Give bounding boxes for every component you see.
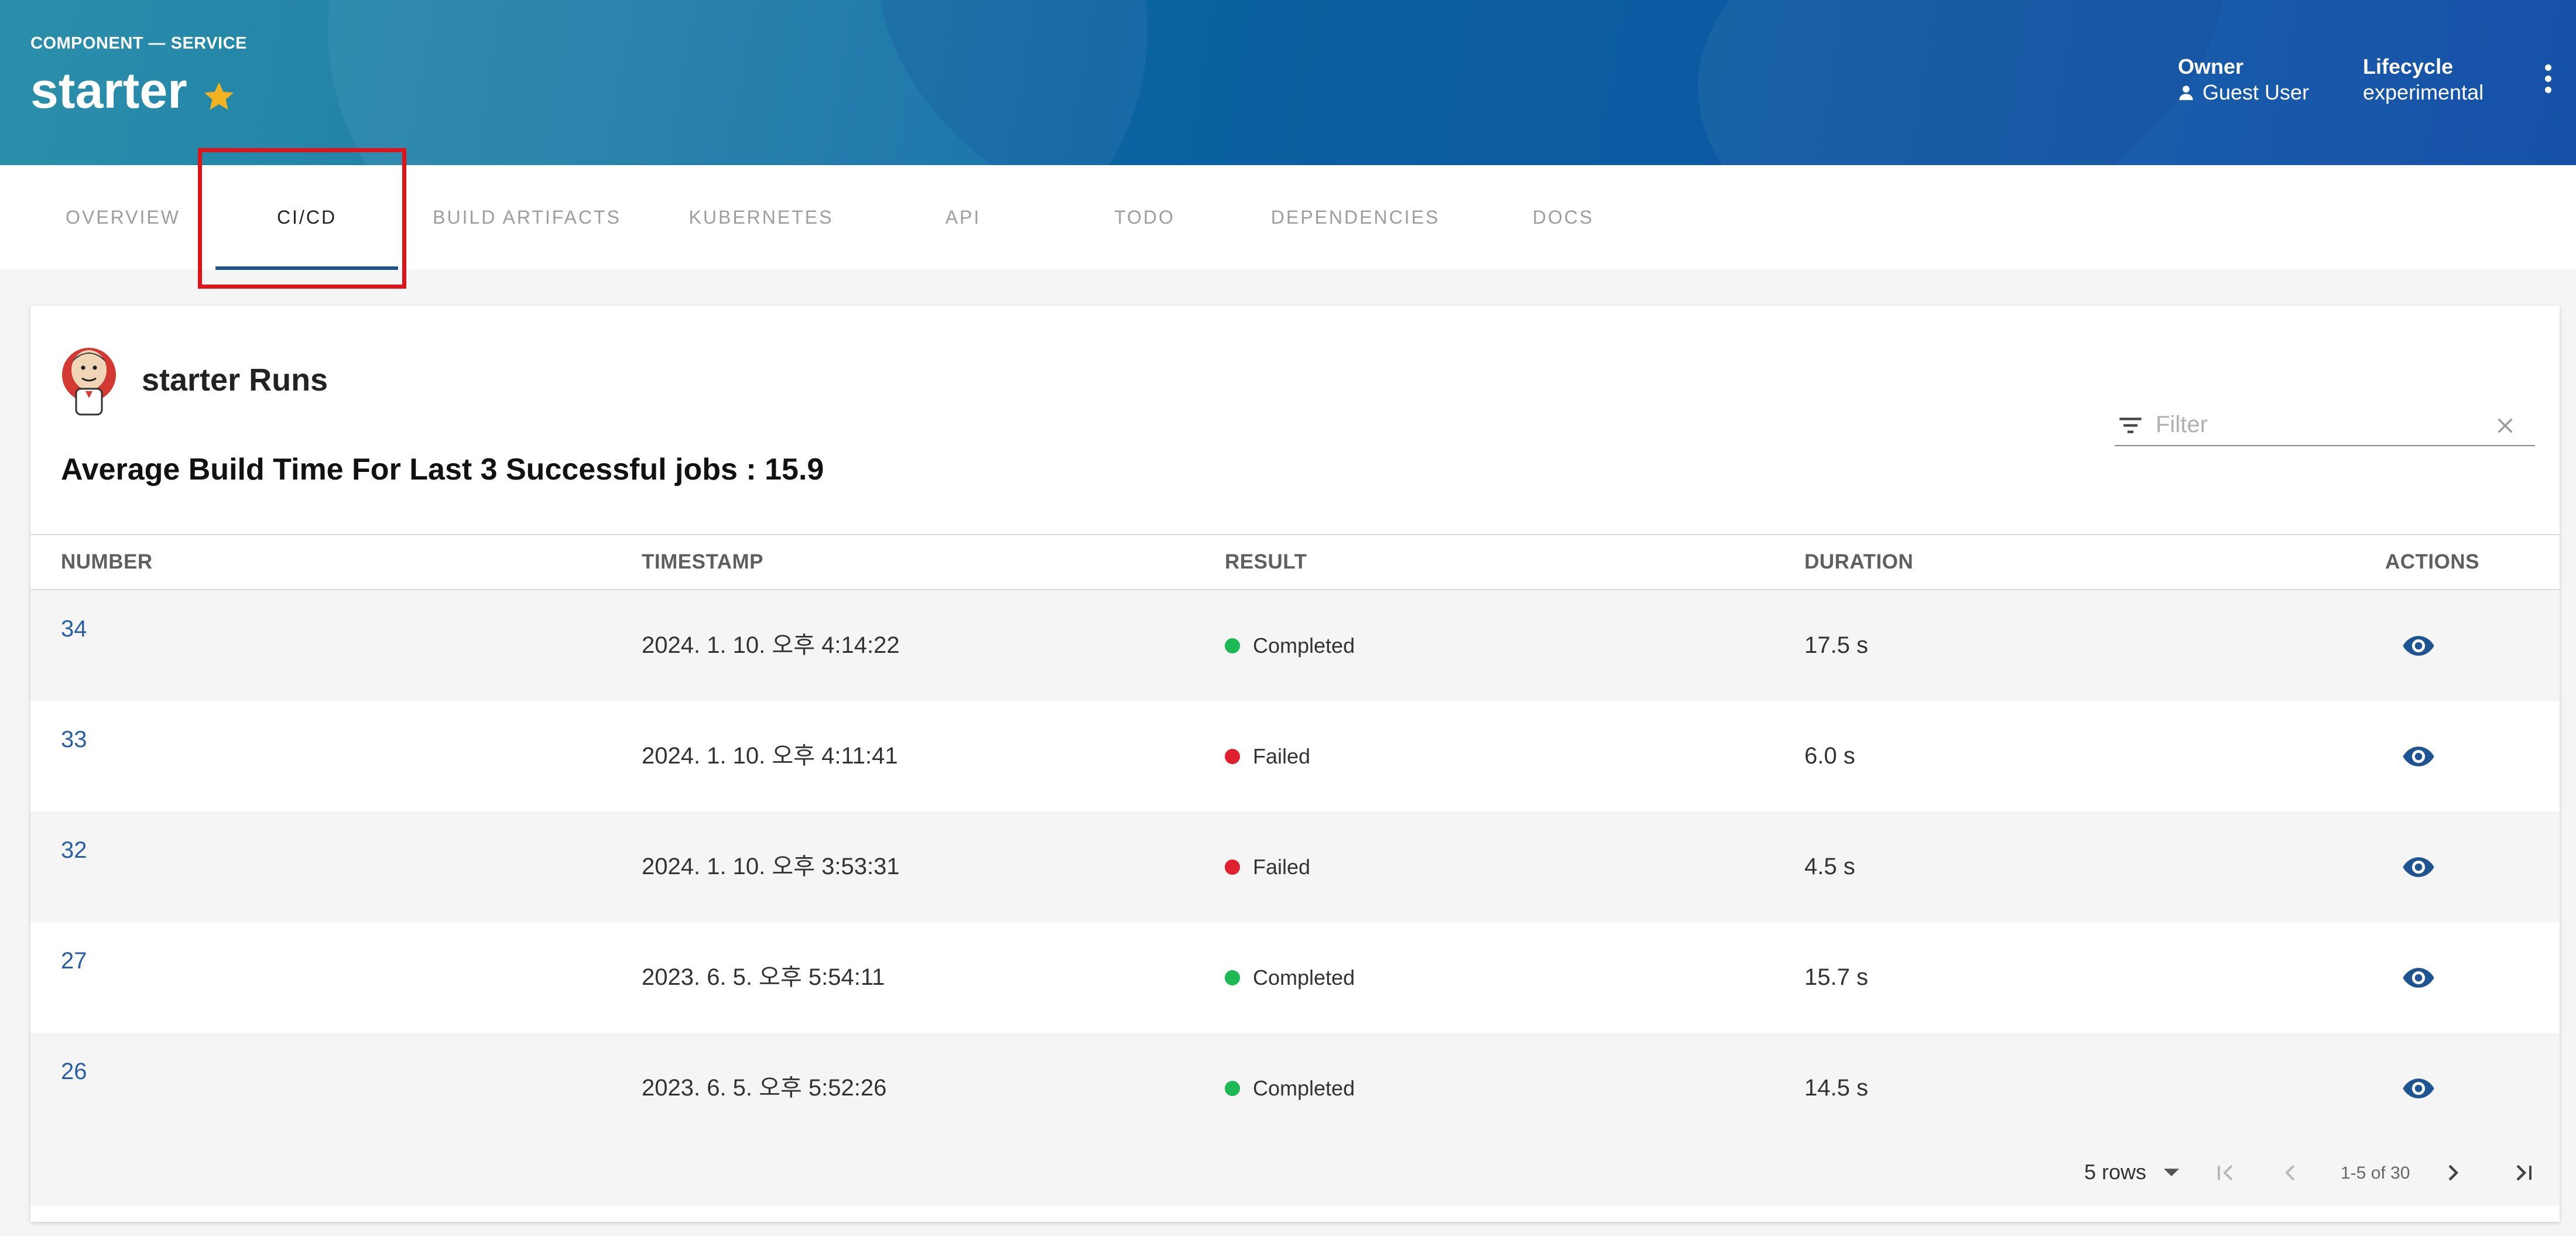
run-result-label: Completed bbox=[1253, 965, 1355, 990]
table-row: 26 2023. 6. 5. 오후 5:52:26 Completed 14.5… bbox=[30, 1033, 2560, 1143]
table-row: 33 2024. 1. 10. 오후 4:11:41 Failed 6.0 s bbox=[30, 701, 2560, 812]
run-number-link[interactable]: 27 bbox=[61, 948, 87, 974]
table-row: 32 2024. 1. 10. 오후 3:53:31 Failed 4.5 s bbox=[30, 812, 2560, 922]
run-duration: 15.7 s bbox=[1804, 964, 1868, 990]
column-header-duration[interactable]: DURATION bbox=[1804, 535, 1913, 589]
status-dot bbox=[1225, 638, 1240, 653]
lifecycle-info: Lifecycle experimental bbox=[2363, 54, 2483, 105]
runs-card: starter Runs Average Build Time For Last… bbox=[30, 306, 2560, 1222]
filter-field bbox=[2115, 403, 2535, 446]
tab-todo[interactable]: TODO bbox=[1071, 165, 1218, 269]
table-row: 34 2024. 1. 10. 오후 4:14:22 Completed 17.… bbox=[30, 590, 2560, 701]
eye-icon[interactable] bbox=[2400, 739, 2437, 773]
run-number-link[interactable]: 26 bbox=[61, 1059, 87, 1085]
average-build-time: Average Build Time For Last 3 Successful… bbox=[61, 453, 824, 487]
tab-highlight-box bbox=[198, 148, 406, 289]
tab-docs[interactable]: DOCS bbox=[1493, 165, 1633, 269]
rows-per-page-value: 5 rows bbox=[2084, 1160, 2147, 1184]
run-result-label: Failed bbox=[1253, 744, 1311, 768]
status-dot bbox=[1225, 748, 1240, 764]
run-timestamp: 2024. 1. 10. 오후 4:14:22 bbox=[642, 632, 900, 658]
person-icon bbox=[2179, 85, 2193, 100]
eye-icon[interactable] bbox=[2400, 1071, 2437, 1105]
page-title: starter bbox=[30, 63, 187, 119]
run-number-link[interactable]: 32 bbox=[61, 837, 87, 864]
run-duration: 4.5 s bbox=[1804, 854, 1855, 879]
owner-name: Guest User bbox=[2202, 80, 2310, 104]
column-header-actions: ACTIONS bbox=[2385, 550, 2479, 573]
owner-value[interactable]: Guest User bbox=[2178, 80, 2309, 105]
jenkins-logo-icon bbox=[62, 348, 116, 416]
next-page-icon[interactable] bbox=[2439, 1159, 2467, 1187]
table-row: 27 2023. 6. 5. 오후 5:54:11 Completed 15.7… bbox=[30, 922, 2560, 1033]
run-result-label: Completed bbox=[1253, 633, 1355, 658]
table-header: NUMBER TIMESTAMP RESULT DURATION ACTIONS bbox=[30, 534, 2560, 590]
chevron-down-icon bbox=[2164, 1168, 2180, 1176]
first-page-icon[interactable] bbox=[2212, 1159, 2240, 1187]
runs-table: NUMBER TIMESTAMP RESULT DURATION ACTIONS… bbox=[30, 534, 2560, 1143]
rows-per-page-select[interactable]: 5 rows bbox=[2084, 1160, 2180, 1184]
entity-kind-label: COMPONENT — SERVICE bbox=[30, 34, 247, 53]
column-header-result[interactable]: RESULT bbox=[1225, 535, 1307, 589]
run-timestamp: 2023. 6. 5. 오후 5:54:11 bbox=[642, 964, 885, 990]
tab-kubernetes[interactable]: KUBERNETES bbox=[667, 165, 855, 269]
status-dot bbox=[1225, 859, 1240, 875]
tab-overview[interactable]: OVERVIEW bbox=[47, 165, 199, 269]
status-dot bbox=[1225, 970, 1240, 985]
owner-info: Owner Guest User bbox=[2178, 54, 2309, 105]
run-timestamp: 2023. 6. 5. 오후 5:52:26 bbox=[642, 1075, 887, 1101]
eye-icon[interactable] bbox=[2400, 961, 2437, 995]
run-duration: 14.5 s bbox=[1804, 1075, 1868, 1101]
run-number-link[interactable]: 33 bbox=[61, 727, 87, 753]
column-header-number[interactable]: NUMBER bbox=[61, 535, 153, 589]
status-dot bbox=[1225, 1080, 1240, 1096]
clear-icon[interactable] bbox=[2495, 416, 2515, 436]
filter-icon bbox=[2119, 417, 2142, 433]
run-result: Failed bbox=[1225, 701, 1310, 812]
tab-build-artifacts[interactable]: BUILD ARTIFACTS bbox=[422, 165, 632, 269]
lifecycle-label: Lifecycle bbox=[2363, 54, 2454, 78]
run-result-label: Completed bbox=[1253, 1076, 1355, 1100]
more-vert-icon[interactable] bbox=[2537, 64, 2558, 100]
tab-dependencies[interactable]: DEPENDENCIES bbox=[1253, 165, 1458, 269]
lifecycle-value: experimental bbox=[2363, 80, 2484, 104]
last-page-icon[interactable] bbox=[2509, 1159, 2537, 1187]
page-header: COMPONENT — SERVICE starter Owner Guest … bbox=[0, 0, 2576, 165]
page-range-label: 1-5 of 30 bbox=[2341, 1163, 2410, 1183]
card-title: starter Runs bbox=[142, 362, 328, 398]
filter-input[interactable] bbox=[2154, 408, 2485, 441]
run-result: Failed bbox=[1225, 812, 1310, 922]
run-timestamp: 2024. 1. 10. 오후 3:53:31 bbox=[642, 854, 900, 879]
run-result: Completed bbox=[1225, 590, 1355, 701]
column-header-timestamp[interactable]: TIMESTAMP bbox=[642, 535, 763, 589]
star-icon[interactable] bbox=[201, 78, 237, 114]
run-timestamp: 2024. 1. 10. 오후 4:11:41 bbox=[642, 743, 898, 769]
run-result: Completed bbox=[1225, 1033, 1355, 1143]
run-number-link[interactable]: 34 bbox=[61, 616, 87, 642]
run-duration: 17.5 s bbox=[1804, 632, 1868, 658]
tab-api[interactable]: API bbox=[890, 165, 1036, 269]
run-duration: 6.0 s bbox=[1804, 743, 1855, 769]
eye-icon[interactable] bbox=[2400, 850, 2437, 884]
run-result: Completed bbox=[1225, 922, 1355, 1033]
prev-page-icon[interactable] bbox=[2276, 1159, 2304, 1187]
eye-icon[interactable] bbox=[2400, 629, 2437, 663]
owner-label: Owner bbox=[2178, 54, 2244, 78]
pagination-bar: 5 rows 1-5 of 30 bbox=[30, 1141, 2560, 1206]
run-result-label: Failed bbox=[1253, 854, 1311, 879]
